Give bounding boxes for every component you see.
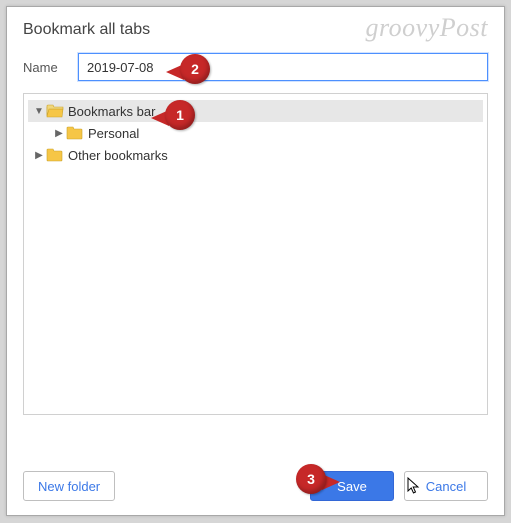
bookmark-all-tabs-dialog: groovyPost Bookmark all tabs Name ▼ Book… xyxy=(6,6,505,516)
tree-item-personal[interactable]: ▶ Personal xyxy=(28,122,483,144)
chevron-right-icon[interactable]: ▶ xyxy=(32,150,46,161)
new-folder-button[interactable]: New folder xyxy=(23,471,115,501)
folder-tree[interactable]: ▼ Bookmarks bar ▶ Personal ▶ Other bookm… xyxy=(23,93,488,415)
dialog-footer: New folder Save Cancel xyxy=(23,471,488,501)
folder-icon xyxy=(46,148,64,162)
save-button[interactable]: Save xyxy=(310,471,394,501)
chevron-down-icon[interactable]: ▼ xyxy=(32,106,46,117)
folder-icon xyxy=(66,126,84,140)
name-row: Name xyxy=(23,53,488,81)
name-input[interactable] xyxy=(78,53,488,81)
name-label: Name xyxy=(23,60,68,75)
dialog-title: Bookmark all tabs xyxy=(23,21,488,39)
tree-item-label: Other bookmarks xyxy=(68,148,168,163)
tree-item-label: Bookmarks bar xyxy=(68,104,155,119)
cancel-button[interactable]: Cancel xyxy=(404,471,488,501)
tree-item-bookmarks-bar[interactable]: ▼ Bookmarks bar xyxy=(28,100,483,122)
chevron-right-icon[interactable]: ▶ xyxy=(52,128,66,139)
folder-open-icon xyxy=(46,104,64,118)
tree-item-label: Personal xyxy=(88,126,139,141)
tree-item-other-bookmarks[interactable]: ▶ Other bookmarks xyxy=(28,144,483,166)
